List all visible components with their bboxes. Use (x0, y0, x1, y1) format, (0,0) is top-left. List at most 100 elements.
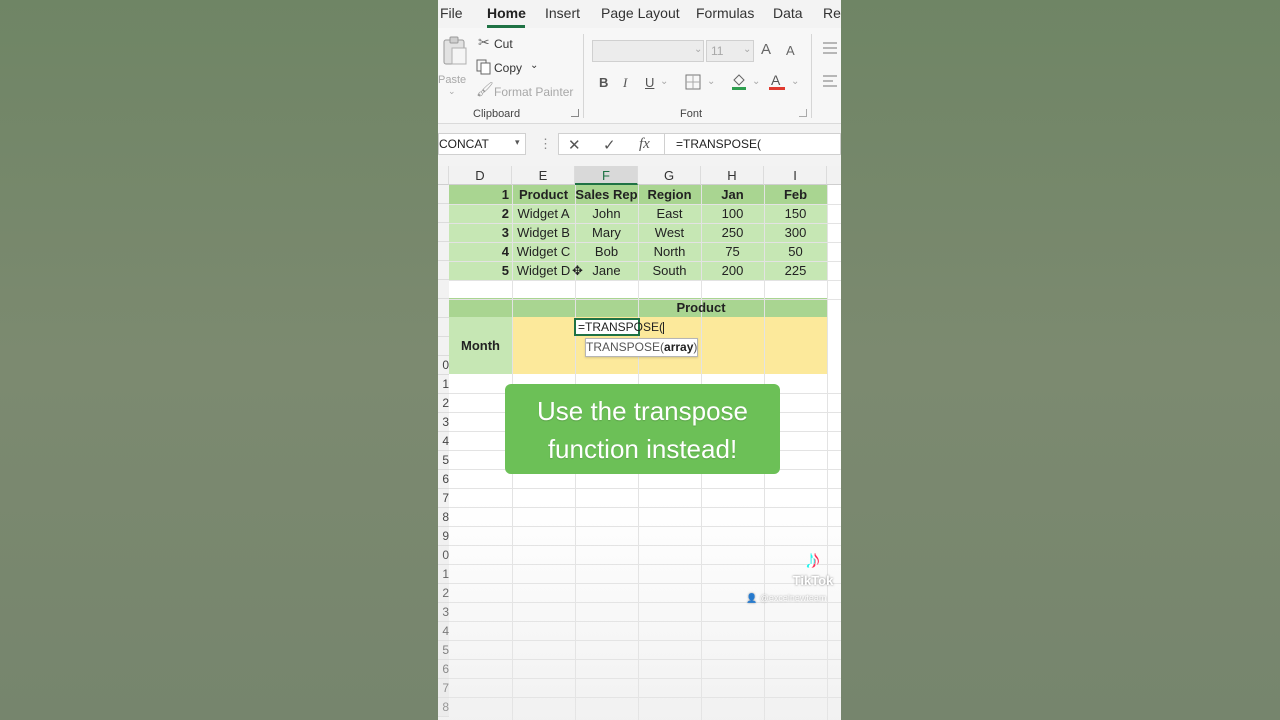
table-cell[interactable]: Widget A (512, 204, 575, 223)
cut-button[interactable]: Cut (494, 37, 513, 51)
row-header[interactable] (438, 204, 449, 223)
column-header-e[interactable]: E (512, 166, 575, 185)
table-cell[interactable]: South (638, 261, 701, 280)
row-header[interactable]: 6 (438, 470, 449, 489)
cell-h1[interactable]: Jan (701, 185, 764, 204)
row-header[interactable]: 3 (438, 413, 449, 432)
row-header[interactable]: 7 (438, 489, 449, 508)
enter-icon[interactable]: ✓ (603, 136, 616, 154)
row-header[interactable]: 8 (438, 508, 449, 527)
row-header[interactable] (438, 185, 449, 204)
table-cell[interactable]: East (638, 204, 701, 223)
column-header-d[interactable]: D (449, 166, 512, 185)
table-cell[interactable]: Widget B (512, 223, 575, 242)
align-top-icon[interactable] (822, 41, 838, 55)
tab-data[interactable]: Data (773, 5, 803, 21)
font-name-dropdown-icon[interactable]: ⌄ (694, 44, 702, 55)
italic-button[interactable]: I (623, 75, 627, 91)
name-box[interactable]: CONCAT ▾ (438, 133, 526, 155)
row-header[interactable]: 5 (438, 451, 449, 470)
cell-i1[interactable]: Feb (764, 185, 827, 204)
table-cell[interactable]: 250 (701, 223, 764, 242)
column-header-i[interactable]: I (764, 166, 827, 185)
font-color-button[interactable]: A (769, 72, 785, 90)
cell-g1[interactable]: Region (638, 185, 701, 204)
cancel-icon[interactable]: ✕ (568, 136, 581, 154)
select-all-corner[interactable] (438, 166, 449, 185)
row-header[interactable]: 0 (438, 546, 449, 565)
cell-e1[interactable]: Product (512, 185, 575, 204)
tab-formulas[interactable]: Formulas (696, 5, 754, 21)
clipboard-launcher-icon[interactable] (571, 109, 579, 117)
month-label[interactable]: Month (449, 336, 512, 355)
underline-dropdown-icon[interactable]: ⌄ (660, 76, 668, 87)
table-cell[interactable]: 225 (764, 261, 827, 280)
bold-button[interactable]: B (599, 75, 608, 90)
tab-file[interactable]: File (440, 5, 463, 21)
row-header[interactable]: 2 (438, 394, 449, 413)
row-header[interactable] (438, 280, 449, 299)
table-cell[interactable]: North (638, 242, 701, 261)
copy-button[interactable]: Copy (494, 61, 522, 75)
table-cell[interactable]: 300 (764, 223, 827, 242)
borders-icon[interactable] (685, 74, 701, 90)
cell-f1[interactable]: Sales Rep (575, 185, 638, 204)
table-row-number[interactable]: 5 (449, 261, 512, 280)
underline-button[interactable]: U (645, 75, 654, 90)
align-left-icon[interactable] (822, 74, 838, 88)
row-header[interactable]: 9 (438, 527, 449, 546)
tab-page-layout[interactable]: Page Layout (601, 5, 680, 21)
table-row-number[interactable]: 4 (449, 242, 512, 261)
table-cell[interactable]: John (575, 204, 638, 223)
product-header[interactable]: Product (638, 298, 764, 317)
fill-color-icon[interactable] (730, 72, 748, 90)
shrink-font-button[interactable]: A (786, 43, 795, 58)
table-cell[interactable]: 100 (701, 204, 764, 223)
table-cell[interactable]: 150 (764, 204, 827, 223)
borders-dropdown-icon[interactable]: ⌄ (707, 76, 715, 87)
row-header[interactable] (438, 337, 449, 356)
table-row-number[interactable]: 2 (449, 204, 512, 223)
insert-function-icon[interactable]: fx (639, 136, 650, 153)
table-row-number[interactable]: 3 (449, 223, 512, 242)
font-name-box[interactable] (592, 40, 704, 62)
row-header[interactable]: 4 (438, 622, 449, 641)
tab-review[interactable]: Rev (823, 5, 841, 21)
tooltip-argument[interactable]: array (664, 340, 693, 354)
row-header[interactable] (438, 242, 449, 261)
cell-d1[interactable]: 1 (449, 185, 512, 204)
name-box-dropdown-icon[interactable]: ▾ (515, 137, 520, 148)
row-header[interactable]: 1 (438, 565, 449, 584)
font-launcher-icon[interactable] (799, 109, 807, 117)
row-header[interactable]: 2 (438, 584, 449, 603)
table-cell[interactable]: Jane (575, 261, 638, 280)
column-header-h[interactable]: H (701, 166, 764, 185)
row-header[interactable]: 6 (438, 660, 449, 679)
row-header[interactable]: 0 (438, 356, 449, 375)
row-header[interactable]: 1 (438, 375, 449, 394)
table-cell[interactable]: West (638, 223, 701, 242)
table-cell[interactable]: Bob (575, 242, 638, 261)
grow-font-button[interactable]: A (761, 41, 771, 58)
row-header[interactable]: 7 (438, 679, 449, 698)
format-painter-button[interactable]: Format Painter (494, 85, 573, 99)
font-size-dropdown-icon[interactable]: ⌄ (743, 44, 751, 55)
row-header[interactable]: 4 (438, 432, 449, 451)
row-header[interactable]: 3 (438, 603, 449, 622)
tab-insert[interactable]: Insert (545, 5, 580, 21)
font-color-dropdown-icon[interactable]: ⌄ (791, 76, 799, 87)
fill-color-dropdown-icon[interactable]: ⌄ (752, 76, 760, 87)
active-cell-editor[interactable]: =TRANSPOSE( (574, 318, 665, 336)
row-header[interactable]: 8 (438, 698, 449, 717)
table-cell[interactable]: Widget C (512, 242, 575, 261)
row-header[interactable] (438, 299, 449, 318)
column-header-f[interactable]: F (575, 166, 638, 185)
table-cell[interactable]: Widget D (512, 261, 575, 280)
row-header[interactable] (438, 261, 449, 280)
row-header[interactable] (438, 318, 449, 337)
table-cell[interactable]: 200 (701, 261, 764, 280)
function-tooltip[interactable]: TRANSPOSE(array) (585, 338, 698, 357)
table-cell[interactable]: 75 (701, 242, 764, 261)
tab-home[interactable]: Home (487, 5, 526, 21)
row-header[interactable]: 5 (438, 641, 449, 660)
